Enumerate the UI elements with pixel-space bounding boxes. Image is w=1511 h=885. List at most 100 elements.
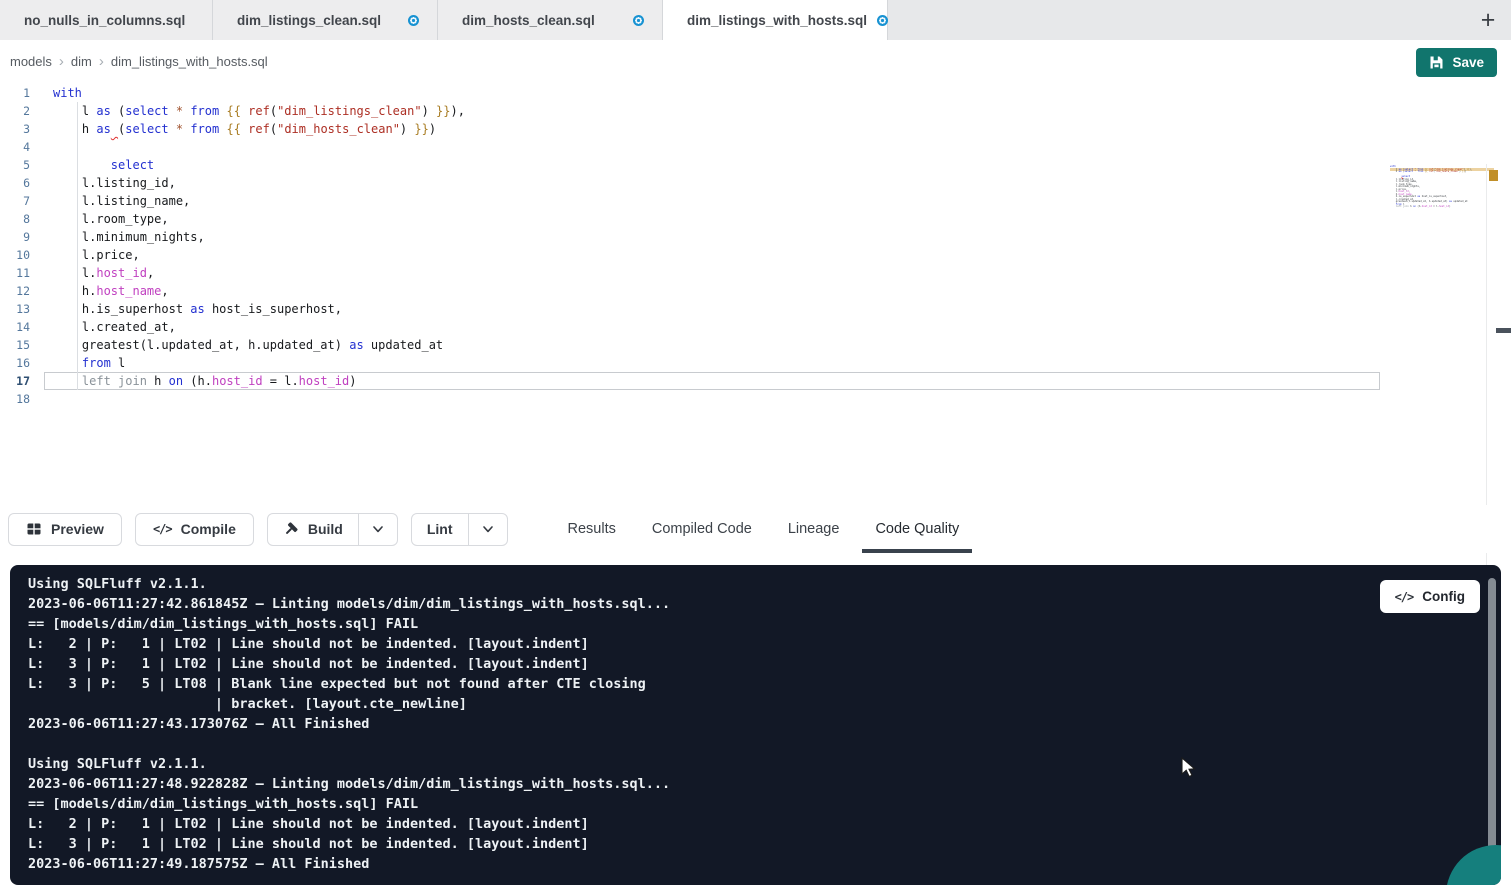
plus-icon: + [1481,6,1496,35]
code-line: l.created_at, [53,318,1383,336]
tab-modified-dot-icon [877,15,888,26]
tab-dim_hosts_clean.sql[interactable]: dim_hosts_clean.sql [438,0,663,40]
line-number: 4 [0,138,30,156]
config-button[interactable]: </> Config [1380,580,1480,613]
code-line: with [53,84,1383,102]
minimap-line [1390,209,1466,212]
line-number: 17 [0,372,30,390]
chevron-down-icon [371,522,385,536]
code-line: l.host_id, [53,264,1383,282]
tab-dim_listings_clean.sql[interactable]: dim_listings_clean.sql [213,0,438,40]
tab-label: dim_listings_with_hosts.sql [687,13,867,28]
line-number: 16 [0,354,30,372]
line-number: 9 [0,228,30,246]
terminal-panel: Using SQLFluff v2.1.1. 2023-06-06T11:27:… [10,565,1501,885]
build-dropdown-button[interactable] [358,514,397,545]
minimap-line: h as (select * from {{ ref("dim_hosts_cl… [1390,171,1466,174]
action-toolbar: Preview </> Compile Build Lint [0,505,1511,553]
breadcrumb-separator-icon: › [99,54,104,69]
panel-tab-code-quality[interactable]: Code Quality [872,505,962,553]
line-number: 6 [0,174,30,192]
line-number: 3 [0,120,30,138]
line-number: 11 [0,264,30,282]
tab-label: no_nulls_in_columns.sql [24,13,185,28]
panel-tab-label: Compiled Code [652,521,752,537]
hammer-icon [283,521,299,537]
tab-no_nulls_in_columns.sql[interactable]: no_nulls_in_columns.sql [0,0,213,40]
build-button-group: Build [267,513,398,546]
code-line: l.listing_name, [53,192,1383,210]
code-line: h as (select * from {{ ref("dim_hosts_cl… [53,120,1383,138]
code-line: greatest(l.updated_at, h.updated_at) as … [53,336,1383,354]
line-number: 1 [0,84,30,102]
code-line: h.host_name, [53,282,1383,300]
chevron-down-icon [481,522,495,536]
code-icon: </> [153,522,172,536]
tab-label: dim_listings_clean.sql [237,13,381,28]
line-number: 2 [0,102,30,120]
breadcrumb-item[interactable]: models [10,54,52,69]
build-button-label: Build [308,521,343,537]
scroll-position-marker[interactable] [1496,328,1511,333]
code-line [53,138,1383,156]
code-editor[interactable]: 123456789101112131415161718 with l as (s… [0,82,1511,505]
line-number: 8 [0,210,30,228]
panel-tab-compiled-code[interactable]: Compiled Code [649,505,755,553]
panel-tab-label: Code Quality [875,521,959,537]
lint-button-label: Lint [427,521,453,537]
new-tab-button[interactable]: + [1465,0,1511,40]
lint-dropdown-button[interactable] [468,514,507,545]
breadcrumb-item[interactable]: dim [71,54,92,69]
panel-tab-label: Lineage [788,521,840,537]
lint-button-group: Lint [411,513,508,546]
code-line: l.price, [53,246,1383,264]
file-tab-bar: no_nulls_in_columns.sql dim_listings_clea… [0,0,1511,40]
panel-tab-results[interactable]: Results [565,505,619,553]
save-button-label: Save [1452,55,1484,70]
line-number: 12 [0,282,30,300]
panel-tab-label: Results [568,521,616,537]
terminal-output: Using SQLFluff v2.1.1. 2023-06-06T11:27:… [10,565,1501,874]
tab-dim_listings_with_hosts.sql[interactable]: dim_listings_with_hosts.sql [663,0,888,40]
code-line: l.minimum_nights, [53,228,1383,246]
grid-icon [26,521,42,537]
code-line: left join h on (h.host_id = l.host_id) [53,372,1383,390]
line-number: 5 [0,156,30,174]
warning-marker [1489,170,1498,181]
config-button-label: Config [1422,589,1465,604]
build-button[interactable]: Build [268,514,358,545]
line-number: 14 [0,318,30,336]
panel-tab-lineage[interactable]: Lineage [785,505,843,553]
code-line: l.room_type, [53,210,1383,228]
code-line [53,390,1383,408]
line-number: 7 [0,192,30,210]
code-line: l as (select * from {{ ref("dim_listings… [53,102,1383,120]
save-button[interactable]: Save [1416,48,1497,77]
save-icon [1429,55,1444,70]
lint-button[interactable]: Lint [412,514,468,545]
code-line: h.is_superhost as host_is_superhost, [53,300,1383,318]
panel-tabs: Results Compiled Code Lineage Code Quality [565,505,963,553]
minimap[interactable]: with l as (select * from {{ ref("dim_lis… [1390,166,1466,211]
terminal-scrollbar[interactable] [1488,578,1496,865]
line-number: 18 [0,390,30,408]
breadcrumb-item[interactable]: dim_listings_with_hosts.sql [111,54,268,69]
code-line: from l [53,354,1383,372]
code-icon: </> [1395,590,1414,604]
breadcrumb-separator-icon: › [59,54,64,69]
line-number: 13 [0,300,30,318]
tab-label: dim_hosts_clean.sql [462,13,595,28]
editor-gutter: 123456789101112131415161718 [0,84,30,408]
compile-button-label: Compile [181,521,236,537]
line-number: 10 [0,246,30,264]
code-line: select [53,156,1383,174]
preview-button[interactable]: Preview [8,513,122,546]
breadcrumb: models › dim › dim_listings_with_hosts.sql [0,40,1511,82]
tab-modified-dot-icon [633,15,644,26]
code-line: l.listing_id, [53,174,1383,192]
line-number: 15 [0,336,30,354]
tab-modified-dot-icon [408,15,419,26]
editor-code-area[interactable]: with l as (select * from {{ ref("dim_lis… [53,84,1383,408]
compile-button[interactable]: </> Compile [135,513,254,546]
preview-button-label: Preview [51,521,104,537]
